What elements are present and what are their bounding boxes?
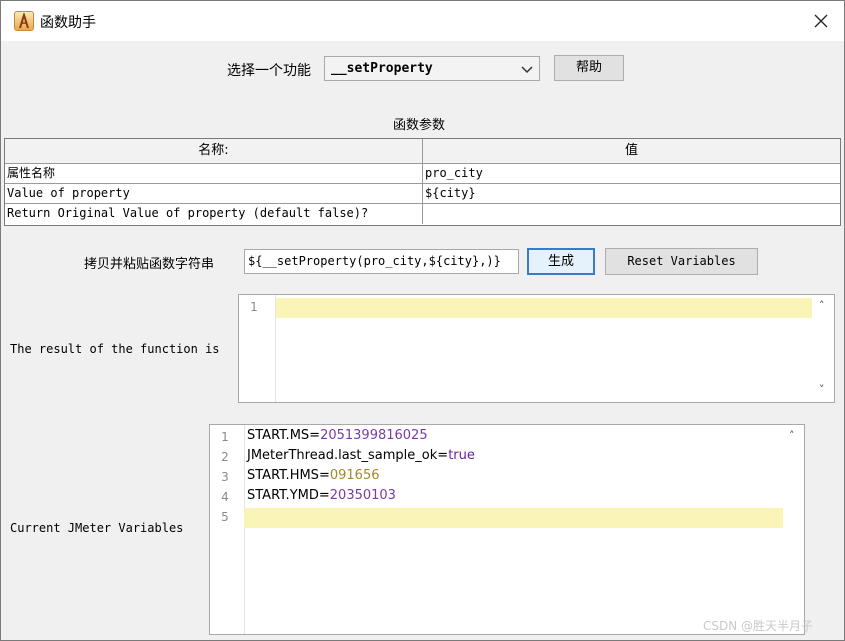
- help-button[interactable]: 帮助: [554, 55, 624, 81]
- variable-value: 2051399816025: [320, 428, 428, 443]
- column-header-name[interactable]: 名称:: [5, 139, 423, 164]
- generate-button[interactable]: 生成: [527, 248, 595, 275]
- line-number: 5: [221, 510, 229, 524]
- variable-line: JMeterThread.last_sample_ok=true: [247, 448, 475, 463]
- params-title: 函数参数: [393, 118, 446, 133]
- variable-key: JMeterThread.last_sample_ok: [247, 448, 438, 463]
- close-button[interactable]: [807, 8, 835, 34]
- copy-string-label: 拷贝并粘贴函数字符串: [84, 257, 215, 272]
- line-number: 1: [221, 430, 229, 444]
- param-name-cell[interactable]: Return Original Value of property (defau…: [5, 204, 423, 224]
- current-line-highlight: [244, 508, 783, 528]
- reset-variables-button[interactable]: Reset Variables: [605, 248, 758, 275]
- variable-value: 20350103: [329, 488, 396, 503]
- param-value-cell[interactable]: ${city}: [423, 184, 840, 204]
- chevron-down-icon: [521, 66, 533, 74]
- close-icon: [814, 14, 828, 28]
- line-number: 4: [221, 490, 229, 504]
- variable-line: START.YMD=20350103: [247, 488, 396, 503]
- line-number: 2: [221, 450, 229, 464]
- result-editor[interactable]: 1 ˄ ˅: [238, 294, 835, 403]
- function-select-value: __setProperty: [331, 61, 433, 76]
- variables-label: Current JMeter Variables: [10, 521, 184, 535]
- param-name-cell[interactable]: Value of property: [5, 184, 423, 204]
- result-label: The result of the function is: [10, 342, 220, 356]
- function-select-label: 选择一个功能: [227, 63, 311, 79]
- variable-value: 091656: [329, 468, 380, 483]
- line-number: 1: [250, 300, 258, 314]
- equals-sign: =: [318, 468, 330, 483]
- function-helper-dialog: 函数助手 选择一个功能 __setProperty 帮助 函数参数 名称: 值 …: [0, 0, 845, 641]
- window-title: 函数助手: [40, 15, 96, 31]
- scroll-up-icon[interactable]: ˄: [789, 429, 795, 442]
- scroll-down-icon[interactable]: ˅: [819, 383, 825, 396]
- params-table: 名称: 值 属性名称 pro_city Value of property ${…: [4, 138, 841, 226]
- current-line-highlight: [276, 298, 812, 318]
- variable-key: START.YMD: [247, 488, 319, 503]
- equals-sign: =: [437, 448, 449, 463]
- line-number-gutter: 1: [239, 295, 276, 402]
- variable-line: START.MS=2051399816025: [247, 428, 428, 443]
- line-number: 3: [221, 470, 229, 484]
- variables-editor[interactable]: 1 2 3 4 5 START.MS=2051399816025 JMeterT…: [209, 424, 805, 635]
- equals-sign: =: [318, 488, 330, 503]
- line-number-gutter: 1 2 3 4 5: [210, 425, 245, 634]
- function-string-field[interactable]: ${__setProperty(pro_city,${city},)}: [244, 249, 519, 274]
- param-value-cell[interactable]: pro_city: [423, 164, 840, 184]
- variable-value: true: [448, 448, 475, 463]
- param-name-cell[interactable]: 属性名称: [5, 164, 423, 184]
- variable-line: START.HMS=091656: [247, 468, 380, 483]
- jmeter-app-icon: [14, 11, 34, 31]
- variable-key: START.HMS: [247, 468, 319, 483]
- variable-key: START.MS: [247, 428, 310, 443]
- column-header-value[interactable]: 值: [423, 139, 840, 164]
- title-bar[interactable]: 函数助手: [1, 1, 844, 41]
- scroll-up-icon[interactable]: ˄: [819, 299, 825, 312]
- watermark: CSDN @胜天半月子: [703, 619, 814, 633]
- param-value-cell[interactable]: [423, 204, 840, 224]
- equals-sign: =: [309, 428, 321, 443]
- function-select[interactable]: __setProperty: [324, 56, 540, 81]
